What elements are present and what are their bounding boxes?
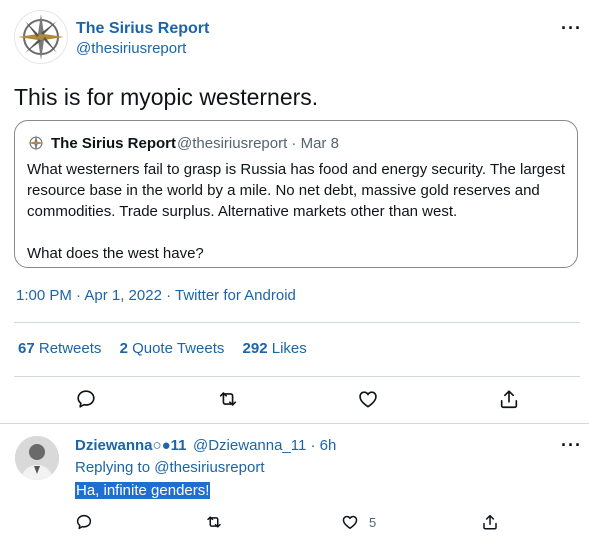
divider [0, 423, 589, 424]
reply-text: Ha, infinite genders! [75, 482, 211, 499]
retweet-icon [207, 516, 221, 528]
share-button[interactable] [498, 388, 520, 410]
quoted-author-name: The Sirius Report [51, 135, 177, 152]
quoted-text-line: What does the west have? [27, 245, 204, 262]
reply-author-handle-time[interactable]: @Dziewanna_11 · 6h [193, 437, 336, 454]
quoted-text-line: resource base in the world by a mile. No… [27, 182, 540, 199]
reply-like-count: 5 [369, 514, 377, 530]
tweet-text: This is for myopic westerners. [14, 84, 319, 110]
divider [14, 322, 580, 323]
replying-to-handle[interactable]: @thesiriusreport [154, 459, 264, 476]
heart-icon [359, 391, 377, 408]
reply-more-options-icon[interactable]: ··· [561, 435, 582, 456]
comment-icon [76, 514, 92, 530]
heart-icon [342, 515, 358, 529]
quoted-author-avatar [28, 135, 44, 151]
divider [14, 376, 580, 377]
quoted-text-line: What westerners fail to grasp is Russia … [27, 161, 566, 178]
likes-stat[interactable]: 292 Likes [243, 340, 307, 357]
replying-to-label: Replying to [75, 459, 151, 476]
reply-author-avatar[interactable] [15, 436, 59, 480]
quoted-text-line: commodities. Trade surplus. Alternative … [27, 203, 458, 220]
author-avatar[interactable] [14, 10, 68, 64]
replying-to: Replying to @thesiriusreport [75, 459, 265, 476]
engagement-stats: 67 Retweets 2 Quote Tweets 292 Likes [18, 340, 321, 357]
share-icon [500, 390, 518, 409]
quoted-author-handle-date: @thesiriusreport · Mar 8 [177, 135, 339, 152]
retweet-button[interactable] [216, 388, 240, 410]
compass-star-logo [18, 14, 64, 60]
reply-author-name[interactable]: Dziewanna○●11 [75, 437, 187, 454]
share-icon [483, 514, 497, 530]
tweet-timestamp-source[interactable]: 1:00 PM · Apr 1, 2022 · Twitter for Andr… [16, 287, 296, 304]
retweets-stat[interactable]: 67 Retweets [18, 340, 101, 357]
reply-share-button[interactable] [481, 513, 499, 531]
author-handle[interactable]: @thesiriusreport [76, 40, 186, 57]
quoted-tweet-card[interactable]: The Sirius Report @thesiriusreport · Mar… [14, 120, 578, 268]
quote-tweets-stat[interactable]: 2 Quote Tweets [120, 340, 225, 357]
reply-reply-button[interactable] [75, 513, 93, 531]
author-name[interactable]: The Sirius Report [76, 20, 209, 38]
person-avatar-image [15, 436, 59, 480]
reply-retweet-button[interactable] [204, 513, 224, 531]
reply-button[interactable] [75, 388, 97, 410]
like-button[interactable] [357, 388, 379, 410]
reply-like-button[interactable]: 5 [341, 513, 376, 531]
more-options-icon[interactable]: ··· [561, 18, 582, 39]
retweet-icon [219, 392, 237, 406]
quoted-tweet-text: What westerners fail to grasp is Russia … [27, 159, 567, 264]
comment-icon [77, 390, 95, 408]
